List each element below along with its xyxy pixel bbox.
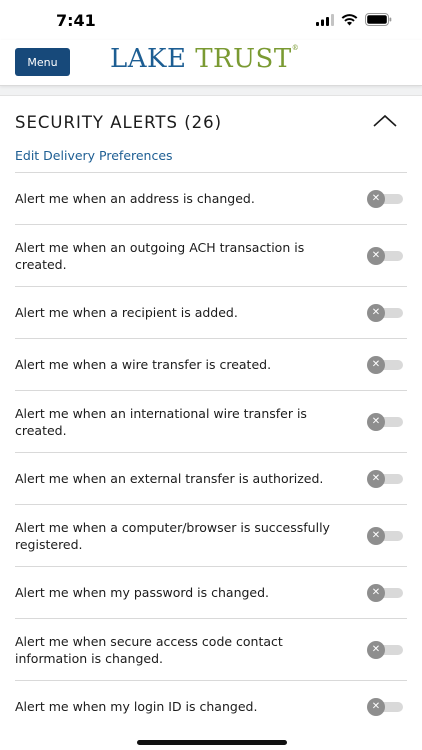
alert-row: Alert me when an external transfer is au… bbox=[15, 452, 407, 504]
alert-row: Alert me when secure access code contact… bbox=[15, 618, 407, 680]
close-icon: ✕ bbox=[367, 526, 385, 545]
alert-row: Alert me when my password is changed. ✕ bbox=[15, 566, 407, 618]
alert-toggle[interactable]: ✕ bbox=[367, 697, 405, 717]
alert-row: Alert me when an international wire tran… bbox=[15, 390, 407, 452]
status-icons bbox=[316, 13, 392, 26]
section-title: SECURITY ALERTS (26) bbox=[15, 113, 223, 132]
close-icon: ✕ bbox=[367, 246, 385, 265]
alert-toggle[interactable]: ✕ bbox=[367, 526, 405, 546]
alert-row: Alert me when a recipient is added. ✕ bbox=[15, 286, 407, 338]
home-indicator bbox=[137, 740, 287, 745]
alert-label: Alert me when a wire transfer is created… bbox=[15, 357, 272, 372]
wifi-icon bbox=[341, 13, 358, 25]
chevron-up-icon[interactable] bbox=[372, 112, 398, 130]
alert-label: Alert me when a recipient is added. bbox=[15, 305, 238, 320]
logo-registered-mark: ® bbox=[291, 44, 300, 52]
alert-toggle[interactable]: ✕ bbox=[367, 355, 405, 375]
close-icon: ✕ bbox=[367, 355, 385, 374]
close-icon: ✕ bbox=[367, 189, 385, 208]
battery-icon bbox=[365, 13, 392, 26]
alert-label: Alert me when an external transfer is au… bbox=[15, 471, 324, 486]
alert-label: Alert me when an outgoing ACH transactio… bbox=[15, 239, 305, 272]
alert-label: Alert me when secure access code contact… bbox=[15, 633, 283, 666]
edit-delivery-preferences-link[interactable]: Edit Delivery Preferences bbox=[15, 148, 173, 163]
alert-list: Alert me when an address is changed. ✕ Ale… bbox=[0, 172, 422, 732]
alert-toggle[interactable]: ✕ bbox=[367, 469, 405, 489]
alert-toggle[interactable]: ✕ bbox=[367, 246, 405, 266]
alert-toggle[interactable]: ✕ bbox=[367, 412, 405, 432]
logo-trust-text: TRUST bbox=[195, 44, 292, 74]
alert-row: Alert me when a computer/browser is succ… bbox=[15, 504, 407, 566]
alert-label: Alert me when an address is changed. bbox=[15, 191, 255, 206]
close-icon: ✕ bbox=[367, 412, 385, 431]
lake-trust-logo[interactable]: LAKE TRUST® bbox=[110, 44, 299, 74]
close-icon: ✕ bbox=[367, 583, 385, 602]
alert-toggle[interactable]: ✕ bbox=[367, 189, 405, 209]
alert-label: Alert me when my password is changed. bbox=[15, 585, 270, 600]
status-time: 7:41 bbox=[56, 11, 96, 30]
status-bar: 7:41 bbox=[0, 0, 422, 40]
alert-toggle[interactable]: ✕ bbox=[367, 583, 405, 603]
alert-toggle[interactable]: ✕ bbox=[367, 640, 405, 660]
close-icon: ✕ bbox=[367, 640, 385, 659]
alert-toggle[interactable]: ✕ bbox=[367, 303, 405, 323]
alert-label: Alert me when an international wire tran… bbox=[15, 405, 307, 438]
alert-label: Alert me when my login ID is changed. bbox=[15, 699, 258, 714]
alert-row: Alert me when an address is changed. ✕ bbox=[15, 172, 407, 224]
alert-row: Alert me when an outgoing ACH transactio… bbox=[15, 224, 407, 286]
security-alerts-panel: SECURITY ALERTS (26) Edit Delivery Prefe… bbox=[0, 95, 422, 750]
alert-label: Alert me when a computer/browser is succ… bbox=[15, 519, 330, 552]
logo-lake-text: LAKE bbox=[110, 44, 187, 74]
alert-row: Alert me when my login ID is changed. ✕ bbox=[15, 680, 407, 732]
close-icon: ✕ bbox=[367, 697, 385, 716]
close-icon: ✕ bbox=[367, 303, 385, 322]
close-icon: ✕ bbox=[367, 469, 385, 488]
menu-button[interactable]: Menu bbox=[15, 48, 70, 76]
app-header: Menu LAKE TRUST® bbox=[0, 40, 422, 86]
signal-icon bbox=[316, 13, 334, 26]
alert-row: Alert me when a wire transfer is created… bbox=[15, 338, 407, 390]
